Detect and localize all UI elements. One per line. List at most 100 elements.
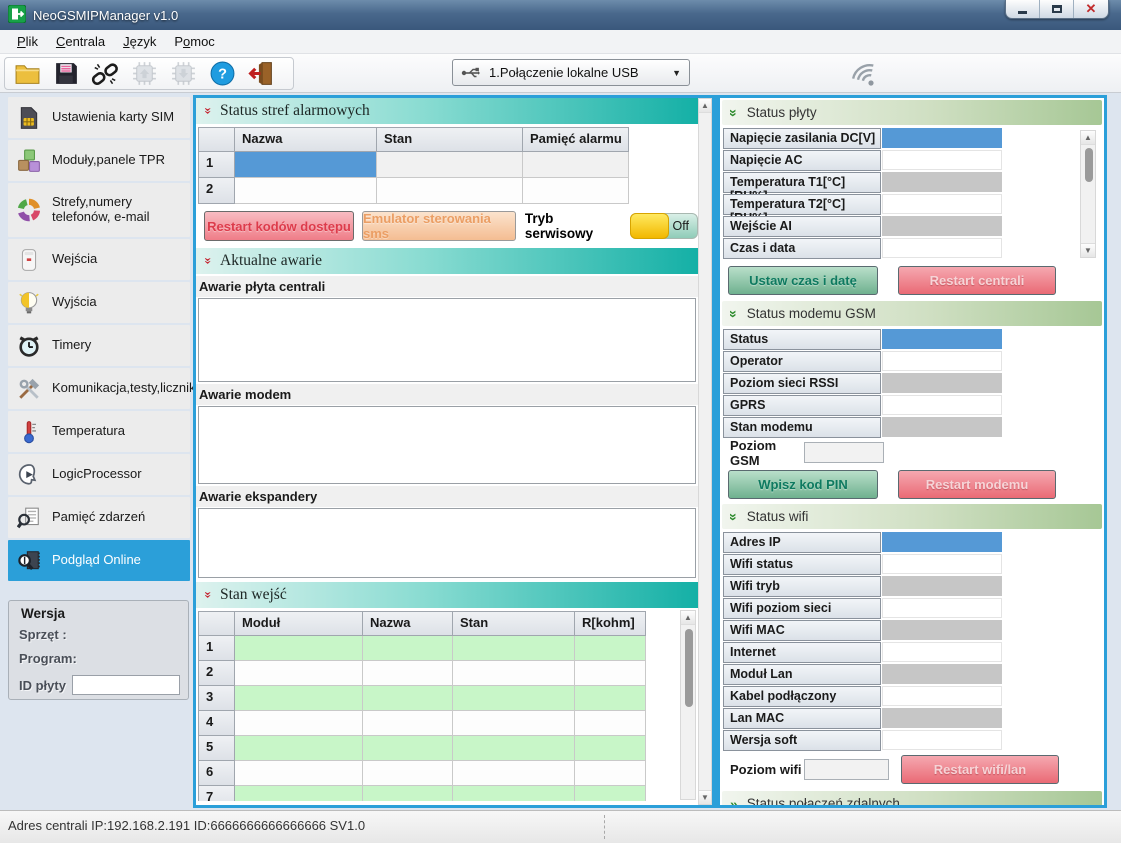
- table-cell[interactable]: [235, 736, 363, 761]
- sidebar-item-moduly[interactable]: Moduły,panele TPR: [8, 140, 190, 181]
- table-cell[interactable]: [575, 786, 646, 801]
- read-settings-button[interactable]: [167, 60, 199, 88]
- sidebar-item-wejscia[interactable]: Wejścia: [8, 239, 190, 280]
- table-cell[interactable]: [453, 686, 575, 711]
- wifi-level-field[interactable]: [804, 759, 889, 780]
- gsm-level-field[interactable]: [804, 442, 884, 463]
- table-cell[interactable]: [575, 736, 646, 761]
- set-time-button[interactable]: Ustaw czas i datę: [728, 266, 878, 295]
- table-cell[interactable]: [235, 761, 363, 786]
- center-panel-scrollbar[interactable]: ▲ ▼: [698, 98, 712, 805]
- menu-pomoc[interactable]: Pomoc: [165, 31, 223, 52]
- table-cell[interactable]: [377, 152, 523, 178]
- inputs-table-scrollbar[interactable]: ▲: [680, 610, 696, 800]
- scroll-up-arrow[interactable]: ▲: [1081, 131, 1095, 145]
- exit-button[interactable]: [245, 60, 277, 88]
- sidebar-item-temperatura[interactable]: Temperatura: [8, 411, 190, 452]
- table-cell[interactable]: [363, 711, 453, 736]
- restart-central-button[interactable]: Restart centrali: [898, 266, 1056, 295]
- section-header-status-modemu[interactable]: » Status modemu GSM: [722, 301, 1102, 326]
- table-cell[interactable]: [363, 786, 453, 801]
- table-cell[interactable]: [575, 686, 646, 711]
- table-cell[interactable]: [575, 661, 646, 686]
- table-cell[interactable]: [235, 686, 363, 711]
- scrollbar-thumb[interactable]: [1085, 148, 1093, 182]
- menu-centrala[interactable]: Centrala: [47, 31, 114, 52]
- table-cell[interactable]: [235, 178, 377, 204]
- table-row[interactable]: 1: [199, 152, 629, 178]
- section-header-stan-wejsc[interactable]: » Stan wejść: [196, 582, 698, 608]
- window-title: NeoGSMIPManager v1.0: [33, 8, 178, 23]
- sidebar-item-sim[interactable]: Ustawienia karty SIM: [8, 97, 190, 138]
- sidebar-item-logicprocessor[interactable]: LogicProcessor: [8, 454, 190, 495]
- table-cell[interactable]: [235, 636, 363, 661]
- restart-wifi-lan-button[interactable]: Restart wifi/lan: [901, 755, 1059, 784]
- status-field-value: [882, 554, 1002, 574]
- restart-modem-button[interactable]: Restart modemu: [898, 470, 1056, 499]
- scroll-down-arrow[interactable]: ▼: [1081, 243, 1095, 257]
- section-header-status-polaczen[interactable]: » Status połączeń zdalnych: [722, 791, 1102, 805]
- scrollbar-thumb[interactable]: [685, 629, 693, 707]
- table-cell[interactable]: [453, 711, 575, 736]
- connection-select[interactable]: 1.Połączenie lokalne USB ▼: [452, 59, 690, 86]
- table-cell[interactable]: [575, 761, 646, 786]
- table-row[interactable]: 4: [199, 711, 646, 736]
- table-row[interactable]: 7: [199, 786, 646, 801]
- sidebar-item-podglad-online[interactable]: Podgląd Online: [8, 540, 190, 581]
- enter-pin-button[interactable]: Wpisz kod PIN: [728, 470, 878, 499]
- table-cell[interactable]: [363, 761, 453, 786]
- table-cell[interactable]: [523, 178, 629, 204]
- table-cell[interactable]: [363, 636, 453, 661]
- scroll-up-arrow[interactable]: ▲: [699, 99, 711, 113]
- sms-emulator-button[interactable]: Emulator sterowania sms: [362, 211, 516, 241]
- table-cell[interactable]: [523, 152, 629, 178]
- toggle-knob[interactable]: [630, 213, 669, 239]
- section-header-awarie[interactable]: » Aktualne awarie: [196, 248, 698, 274]
- scroll-down-arrow[interactable]: ▼: [699, 790, 711, 804]
- table-row[interactable]: 2: [199, 178, 629, 204]
- maximize-button[interactable]: [1040, 0, 1074, 18]
- service-mode-toggle[interactable]: Off: [630, 213, 698, 239]
- sidebar-item-timery[interactable]: Timery: [8, 325, 190, 366]
- scroll-up-arrow[interactable]: ▲: [681, 611, 695, 625]
- menu-jezyk[interactable]: Język: [114, 31, 165, 52]
- table-cell[interactable]: [363, 736, 453, 761]
- table-row[interactable]: 2: [199, 661, 646, 686]
- table-cell[interactable]: [453, 736, 575, 761]
- table-cell[interactable]: [235, 711, 363, 736]
- table-cell[interactable]: [453, 761, 575, 786]
- sidebar-item-pamiec-zdarzen[interactable]: Pamięć zdarzeń: [8, 497, 190, 538]
- minimize-button[interactable]: [1006, 0, 1040, 18]
- table-cell[interactable]: [453, 661, 575, 686]
- table-row[interactable]: 3: [199, 686, 646, 711]
- section-header-status-plyty[interactable]: » Status płyty: [722, 100, 1102, 125]
- table-cell[interactable]: [235, 786, 363, 801]
- sidebar-item-komunikacja[interactable]: Komunikacja,testy,liczniki: [8, 368, 190, 409]
- board-id-input[interactable]: [72, 675, 180, 695]
- table-cell[interactable]: [453, 786, 575, 801]
- write-settings-button[interactable]: [128, 60, 160, 88]
- table-row[interactable]: 5: [199, 736, 646, 761]
- table-cell[interactable]: [453, 636, 575, 661]
- restart-access-codes-button[interactable]: Restart kodów dostępu: [204, 211, 354, 241]
- table-cell[interactable]: [575, 711, 646, 736]
- section-header-status-wifi[interactable]: » Status wifi: [722, 504, 1102, 529]
- table-cell[interactable]: [363, 661, 453, 686]
- menu-plik[interactable]: Plik: [8, 31, 47, 52]
- table-cell[interactable]: [377, 178, 523, 204]
- table-cell[interactable]: [575, 636, 646, 661]
- sidebar-item-wyjscia[interactable]: Wyjścia: [8, 282, 190, 323]
- table-row[interactable]: 1: [199, 636, 646, 661]
- sidebar-item-strefy[interactable]: Strefy,numery telefonów, e-mail: [8, 183, 190, 237]
- save-button[interactable]: [50, 60, 82, 88]
- table-row[interactable]: 6: [199, 761, 646, 786]
- connect-button[interactable]: [89, 60, 121, 88]
- table-cell[interactable]: [235, 152, 377, 178]
- board-status-scrollbar[interactable]: ▲ ▼: [1080, 130, 1096, 258]
- close-button[interactable]: ✕: [1074, 0, 1108, 18]
- help-button[interactable]: ?: [206, 60, 238, 88]
- open-file-button[interactable]: [11, 60, 43, 88]
- section-header-status-stref[interactable]: » Status stref alarmowych: [196, 98, 698, 124]
- table-cell[interactable]: [235, 661, 363, 686]
- table-cell[interactable]: [363, 686, 453, 711]
